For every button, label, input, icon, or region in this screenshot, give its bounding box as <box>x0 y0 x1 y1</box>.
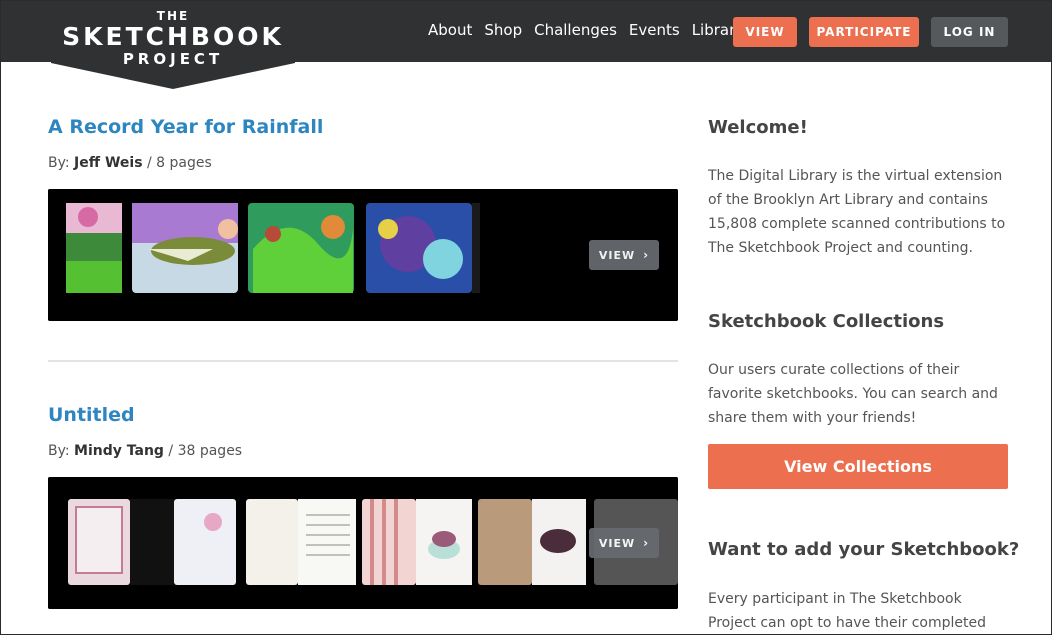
post-byline-1: By: Jeff Weis / 8 pages <box>48 155 212 171</box>
sketchbook-pages-1 <box>48 189 678 321</box>
welcome-heading: Welcome! <box>708 117 808 138</box>
logo-line-sketchbook: SKETCHBOOK <box>62 22 284 51</box>
sketchbook-pages-2 <box>48 477 678 609</box>
view-sketchbook-button-1[interactable]: VIEW › <box>589 240 659 270</box>
by-label: By: <box>48 155 70 171</box>
view-collections-button[interactable]: View Collections <box>708 444 1008 489</box>
main-nav: About Shop Challenges Events Libraries <box>428 21 757 39</box>
nav-challenges[interactable]: Challenges <box>534 21 617 39</box>
sketchbook-preview-strip-1[interactable]: VIEW › <box>48 189 678 321</box>
page-frame: About Shop Challenges Events Libraries V… <box>0 0 1052 635</box>
sketchbook-preview-strip-2[interactable]: VIEW › <box>48 477 678 609</box>
post-title-2[interactable]: Untitled <box>48 404 135 426</box>
nav-about[interactable]: About <box>428 21 472 39</box>
participate-button[interactable]: PARTICIPATE <box>809 17 919 47</box>
welcome-text: The Digital Library is the virtual exten… <box>708 168 1006 256</box>
page-count-1: / 8 pages <box>147 155 212 171</box>
logo-line-the: THE <box>156 9 190 23</box>
author-link-2[interactable]: Mindy Tang <box>74 443 164 459</box>
chevron-right-icon: › <box>643 248 650 262</box>
logo-line-project: PROJECT <box>122 50 224 68</box>
post-title-1[interactable]: A Record Year for Rainfall <box>48 116 323 138</box>
view-label: VIEW <box>598 536 636 550</box>
collections-heading: Sketchbook Collections <box>708 311 945 332</box>
view-button[interactable]: VIEW <box>733 17 797 47</box>
sketchbook-project-logo[interactable]: THE SKETCHBOOK PROJECT <box>51 1 295 89</box>
chevron-right-icon: › <box>643 536 650 550</box>
add-sketchbook-heading: Want to add your Sketchbook? <box>708 539 1020 560</box>
collections-text: Our users curate collections of their fa… <box>708 362 998 426</box>
login-button[interactable]: LOG IN <box>931 17 1008 47</box>
page-count-2: / 38 pages <box>168 443 243 459</box>
view-label: VIEW <box>598 248 636 262</box>
post-divider <box>48 360 678 362</box>
nav-shop[interactable]: Shop <box>484 21 522 39</box>
view-sketchbook-button-2[interactable]: VIEW › <box>589 528 659 558</box>
nav-events[interactable]: Events <box>629 21 680 39</box>
add-sketchbook-text: Every participant in The Sketchbook Proj… <box>708 591 986 631</box>
post-byline-2: By: Mindy Tang / 38 pages <box>48 443 242 459</box>
author-link-1[interactable]: Jeff Weis <box>74 155 143 171</box>
by-label: By: <box>48 443 70 459</box>
